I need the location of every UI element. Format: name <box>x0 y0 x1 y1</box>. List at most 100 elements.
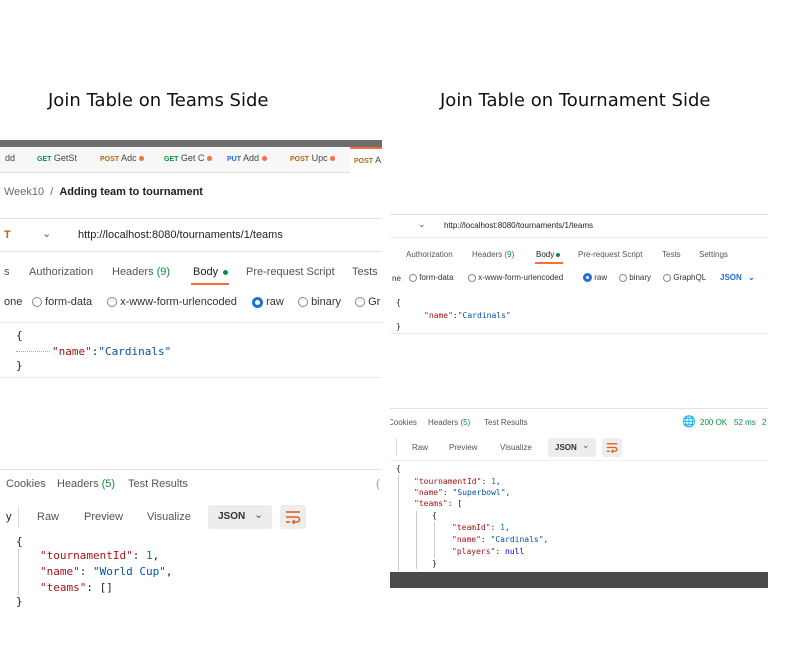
option-urlencoded[interactable]: x-www-form-urlencoded <box>107 296 237 308</box>
view-divider <box>18 506 19 528</box>
json-comma: , <box>543 535 549 544</box>
bottom-status-bar <box>390 572 768 588</box>
url-input[interactable]: http://localhost:8080/tournaments/1/team… <box>78 229 283 241</box>
tab-test-results[interactable]: Test Results <box>128 478 188 490</box>
tab-cookies[interactable]: Cookies <box>6 478 46 490</box>
wrap-lines-button[interactable] <box>602 438 622 457</box>
option-binary[interactable]: binary <box>619 273 651 282</box>
tab-tests[interactable]: Tests <box>662 250 681 259</box>
view-preview[interactable]: Preview <box>449 443 477 452</box>
globe-icon: 🌐 <box>682 416 696 428</box>
response-body-viewer[interactable]: { "tournamentId": 1, "name": "World Cup"… <box>0 533 382 610</box>
breadcrumb: Week10 / Adding team to tournament <box>4 186 203 198</box>
view-raw[interactable]: Raw <box>412 443 428 452</box>
url-bar: T ⌄ http://localhost:8080/tournaments/1/… <box>0 218 382 252</box>
code-line: { <box>396 298 401 307</box>
tab-params[interactable]: s <box>4 266 10 278</box>
request-tab-active[interactable]: POST A <box>350 147 382 173</box>
request-tab[interactable]: GET GetSt <box>37 153 77 163</box>
request-tab[interactable]: GET Get C <box>164 153 212 163</box>
json-value: 1 <box>145 549 153 562</box>
response-time-badge: 52 ms <box>734 418 756 427</box>
json-colon: : <box>480 535 491 544</box>
unsaved-dot-icon <box>206 156 212 161</box>
method-select[interactable]: T <box>4 229 11 241</box>
request-body-editor[interactable]: { "name":"Cardinals" } <box>0 322 382 378</box>
option-label: binary <box>629 273 652 282</box>
chevron-down-icon[interactable]: ⌄ <box>418 219 426 230</box>
json-key: "teamId" <box>452 523 491 532</box>
response-toolbar: Raw Preview Visualize JSON ⌄ <box>390 436 768 458</box>
response-body-viewer[interactable]: { "tournamentId": 1, "name": "Superbowl"… <box>390 460 768 572</box>
option-form-data[interactable]: form-data <box>32 296 92 308</box>
tab-response-headers[interactable]: Headers (5) <box>428 418 470 427</box>
method-get-label: GET <box>164 156 179 163</box>
brace-open: { <box>16 535 23 548</box>
brace-close: } <box>16 359 23 372</box>
tab-response-headers[interactable]: Headers (5) <box>57 478 115 490</box>
radio-selected-icon <box>252 296 263 308</box>
view-preview[interactable]: Preview <box>84 511 123 523</box>
code-line: "teams": [ <box>414 499 462 508</box>
tab-headers[interactable]: Headers (9) <box>472 250 514 259</box>
body-format-select[interactable]: JSON ⌄ <box>720 273 755 282</box>
radio-icon <box>663 273 671 282</box>
option-raw[interactable]: raw <box>583 273 607 283</box>
tab-authorization[interactable]: Authorization <box>29 266 93 278</box>
tab-body[interactable]: Body <box>536 250 561 259</box>
option-binary[interactable]: binary <box>298 296 341 308</box>
wrap-lines-button[interactable] <box>280 505 306 529</box>
code-line: "tournamentId": 1, <box>414 477 501 486</box>
json-key: "tournamentId" <box>414 477 482 486</box>
tab-body[interactable]: Body <box>193 266 229 278</box>
request-tab[interactable]: PUT Add <box>227 153 267 163</box>
code-line: "name":"Cardinals" <box>52 345 171 358</box>
request-tab[interactable]: POST Upc <box>290 153 336 163</box>
tab-test-results[interactable]: Test Results <box>484 418 528 427</box>
format-select[interactable]: JSON ⌄ <box>208 505 272 529</box>
tab-settings[interactable]: Settings <box>699 250 728 259</box>
url-input[interactable]: http://localhost:8080/tournaments/1/team… <box>444 221 593 230</box>
request-title[interactable]: Adding team to tournament <box>59 186 203 198</box>
tab-prerequest-script[interactable]: Pre-request Script <box>246 266 335 278</box>
option-urlencoded[interactable]: x-www-form-urlencoded <box>468 273 563 282</box>
code-line: } <box>432 559 437 568</box>
chevron-down-icon[interactable]: ⌄ <box>42 227 51 240</box>
code-line: "name": "Superbowl", <box>414 488 510 497</box>
tab-tests[interactable]: Tests <box>352 266 378 278</box>
code-line: } <box>396 322 401 331</box>
radio-icon <box>298 297 308 308</box>
code-line: } <box>16 359 23 372</box>
code-line: "teams": [] <box>40 581 113 594</box>
tab-cookies[interactable]: Cookies <box>390 418 417 427</box>
brace-open: { <box>432 511 437 520</box>
request-tab-name: Get C <box>180 153 205 163</box>
brace-close: } <box>16 595 23 608</box>
radio-icon <box>409 273 417 282</box>
option-none[interactable]: ne <box>392 274 401 283</box>
request-body-editor[interactable]: { "name":"Cardinals" } <box>390 294 768 334</box>
request-tab[interactable]: dd <box>5 153 15 163</box>
tab-bar-top-border <box>0 140 382 147</box>
view-raw[interactable]: Raw <box>37 511 59 523</box>
tab-headers[interactable]: Headers (9) <box>112 266 170 278</box>
request-tab[interactable]: POST Adc <box>100 153 145 163</box>
option-raw[interactable]: raw <box>252 296 284 308</box>
tab-authorization[interactable]: Authorization <box>406 250 453 259</box>
json-comma: , <box>505 523 510 532</box>
json-value: "Cardinals" <box>490 535 544 544</box>
option-graphql[interactable]: Gr <box>355 296 380 308</box>
method-post-label: POST <box>100 156 120 163</box>
response-tabs: Cookies Headers (5) Test Results 🌐 200 O… <box>390 408 768 428</box>
view-visualize[interactable]: Visualize <box>147 511 191 523</box>
format-select[interactable]: JSON ⌄ <box>548 438 596 457</box>
view-pretty[interactable]: y <box>6 511 12 523</box>
option-form-data[interactable]: form-data <box>409 273 453 282</box>
option-graphql[interactable]: GraphQL <box>663 273 706 282</box>
tab-prerequest-script[interactable]: Pre-request Script <box>578 250 642 259</box>
view-visualize[interactable]: Visualize <box>500 443 532 452</box>
tab-body-label: Body <box>536 250 555 259</box>
code-line: { <box>16 535 23 548</box>
option-none[interactable]: one <box>4 296 22 308</box>
breadcrumb-collection[interactable]: Week10 <box>4 186 44 198</box>
